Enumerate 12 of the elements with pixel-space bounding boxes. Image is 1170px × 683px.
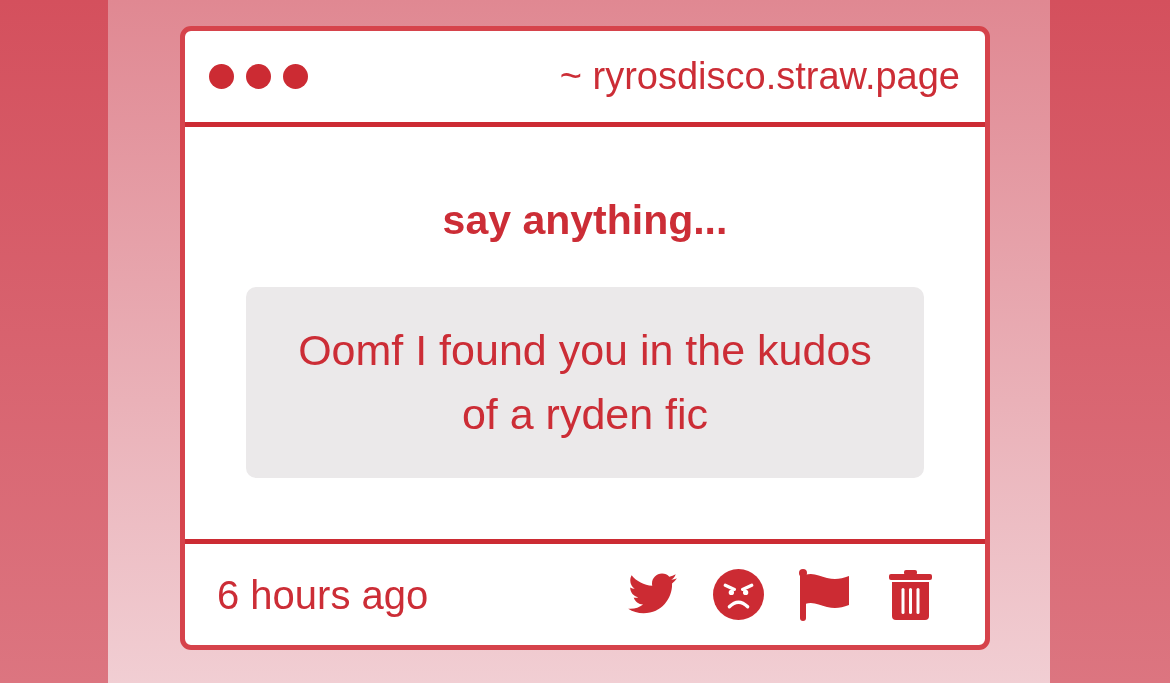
timestamp: 6 hours ago — [217, 571, 429, 619]
window-dot-icon — [246, 64, 271, 89]
window-dot-icon — [283, 64, 308, 89]
message-text: Oomf I found you in the kudos of a ryden fic — [246, 287, 924, 478]
angry-face-icon — [712, 569, 764, 620]
prompt-heading: say anything... — [441, 196, 729, 245]
window-dot-icon — [209, 64, 234, 89]
trash-icon — [888, 569, 932, 620]
flag-button[interactable] — [798, 568, 850, 621]
page-url: ~ ryrosdisco.straw.page — [559, 53, 960, 99]
flag-icon — [798, 568, 850, 621]
angry-face-button[interactable] — [712, 568, 764, 621]
